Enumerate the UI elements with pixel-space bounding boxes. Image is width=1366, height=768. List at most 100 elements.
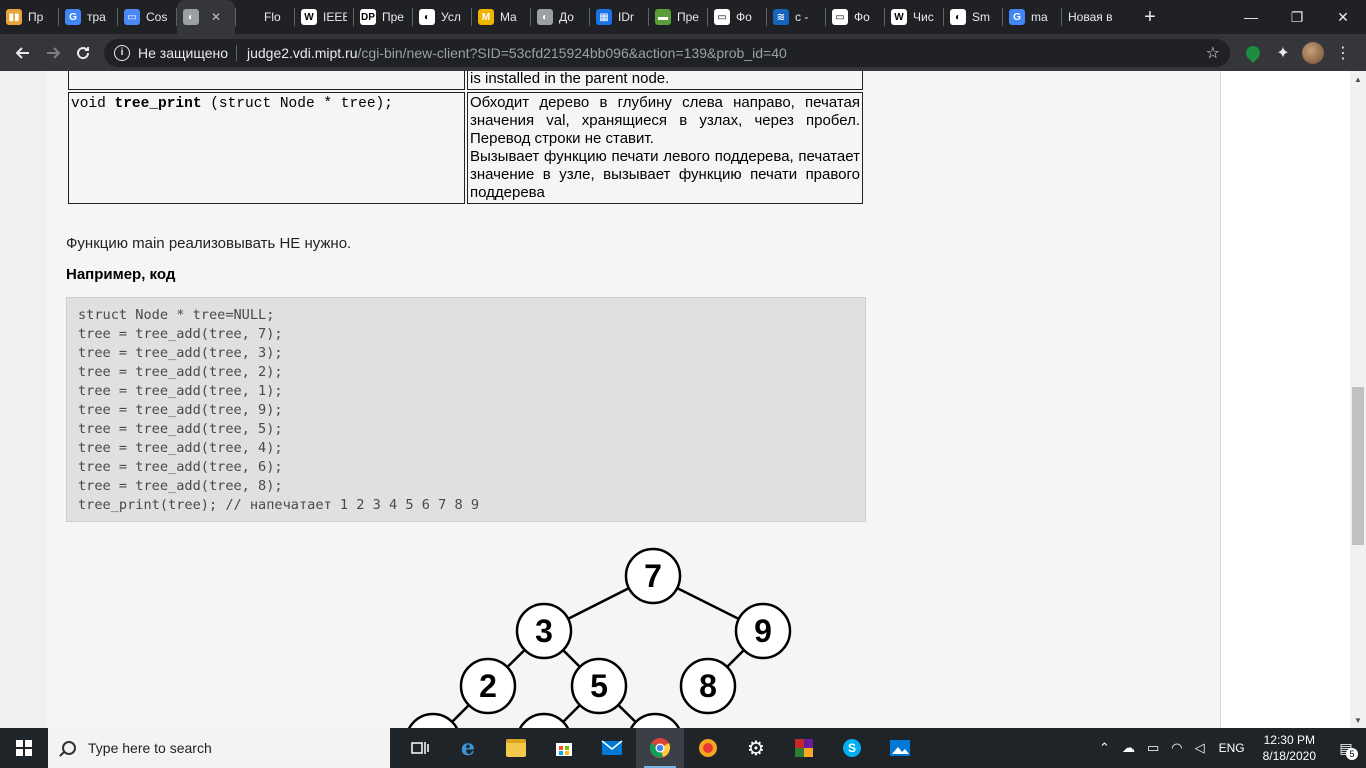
browser-tab[interactable]: W Чис bbox=[885, 0, 943, 34]
tab-title: Sm bbox=[972, 10, 990, 24]
wifi-icon[interactable]: ◠ bbox=[1165, 740, 1188, 756]
tab-title: c - bbox=[795, 10, 809, 24]
tab-favicon-icon: ◐ bbox=[537, 9, 553, 25]
menu-kebab-icon[interactable]: ⋮ bbox=[1328, 38, 1358, 68]
language-indicator[interactable]: ENG bbox=[1211, 741, 1253, 755]
description-cell: Обходит дерево в глубину слева направо, … bbox=[467, 92, 863, 204]
windows-logo-icon bbox=[16, 740, 32, 756]
address-bar[interactable]: i Не защищено judge2.vdi.mipt.ru/cgi-bin… bbox=[104, 38, 1230, 67]
tab-title: Ma bbox=[500, 10, 517, 24]
browser-tab-strip: ▮▮ Пр Gтра ▭ Cos ◐ ✕ Flo W IEEE DP Пре ◐ Усл M Ma ◐ До ▦ ID… bbox=[0, 0, 1366, 34]
minimize-button[interactable]: — bbox=[1228, 0, 1274, 34]
new-tab-button[interactable]: + bbox=[1136, 6, 1164, 29]
not-secure-label: Не защищено bbox=[138, 44, 228, 61]
browser-tab[interactable]: ▭ Фо bbox=[826, 0, 884, 34]
browser-tab[interactable]: Новая в bbox=[1062, 0, 1132, 34]
right-rail bbox=[1220, 71, 1350, 728]
winrar-icon[interactable] bbox=[780, 728, 828, 768]
tree-node bbox=[518, 712, 570, 728]
tab-favicon-icon: ◐ bbox=[183, 9, 199, 25]
tree-node bbox=[407, 712, 459, 728]
taskbar-search[interactable]: Type here to search bbox=[48, 728, 390, 768]
bookmark-star-icon[interactable]: ☆ bbox=[1206, 43, 1220, 63]
sig-prefix: void bbox=[71, 96, 115, 112]
browser-tab[interactable]: DP Пре bbox=[354, 0, 412, 34]
scroll-up-arrow-icon[interactable]: ▲ bbox=[1350, 71, 1366, 87]
tab-title: Cos bbox=[146, 10, 168, 24]
tab-favicon-icon: ◐ bbox=[419, 9, 435, 25]
photos-icon[interactable] bbox=[876, 728, 924, 768]
chevron-up-icon[interactable]: ⌃ bbox=[1093, 740, 1116, 756]
tab-title: Чис bbox=[913, 10, 934, 24]
notification-center-icon[interactable]: ▤ 5 bbox=[1326, 728, 1366, 768]
window-controls: — ❐ ✕ bbox=[1228, 0, 1366, 34]
description-cell: is installed in the parent node. bbox=[467, 71, 863, 90]
forward-button[interactable] bbox=[38, 38, 68, 68]
maximize-button[interactable]: ❐ bbox=[1274, 0, 1320, 34]
tab-favicon-icon: G bbox=[65, 9, 81, 25]
store-icon[interactable] bbox=[540, 728, 588, 768]
url-path: /cgi-bin/new-client?SID=53cfd215924bb096… bbox=[357, 44, 787, 61]
tab-favicon-icon bbox=[242, 9, 258, 25]
edge-icon[interactable]: e bbox=[444, 728, 492, 768]
browser-tab[interactable]: ◐ ✕ bbox=[177, 0, 235, 34]
tab-favicon-icon: ◐ bbox=[950, 9, 966, 25]
browser-tab[interactable]: ▬ Пре bbox=[649, 0, 707, 34]
scrollbar-thumb[interactable] bbox=[1352, 387, 1364, 545]
tab-close-icon[interactable]: ✕ bbox=[211, 10, 221, 24]
tab-title: IDr bbox=[618, 10, 634, 24]
reload-icon bbox=[77, 46, 90, 59]
mail-icon[interactable] bbox=[588, 728, 636, 768]
extensions-puzzle-icon[interactable]: ✦ bbox=[1268, 38, 1298, 68]
tab-favicon-icon: G bbox=[1009, 9, 1025, 25]
browser-tab[interactable]: Gma bbox=[1003, 0, 1061, 34]
back-button[interactable] bbox=[8, 38, 38, 68]
browser-tab[interactable]: ◐ Усл bbox=[413, 0, 471, 34]
tab-favicon-icon: M bbox=[478, 9, 494, 25]
browser-tab[interactable]: ◐ Sm bbox=[944, 0, 1002, 34]
settings-gear-icon[interactable]: ⚙ bbox=[732, 728, 780, 768]
browser-tab[interactable]: Gтра bbox=[59, 0, 117, 34]
extension-green-icon[interactable] bbox=[1238, 38, 1268, 68]
tab-title: До bbox=[559, 10, 574, 24]
browser-tab[interactable]: ▭ Cos bbox=[118, 0, 176, 34]
file-explorer-icon[interactable] bbox=[492, 728, 540, 768]
description-line-2: Вызывает функцию печати левого поддерева… bbox=[470, 148, 860, 201]
tab-favicon-icon: ▦ bbox=[596, 9, 612, 25]
reload-button[interactable] bbox=[68, 38, 98, 68]
chrome-icon[interactable] bbox=[636, 728, 684, 768]
media-player-icon[interactable] bbox=[684, 728, 732, 768]
onedrive-cloud-icon[interactable]: ☁ bbox=[1116, 740, 1141, 756]
browser-tab[interactable]: ▮▮ Пр bbox=[0, 0, 58, 34]
skype-icon[interactable]: S bbox=[828, 728, 876, 768]
clock-date: 8/18/2020 bbox=[1262, 749, 1316, 763]
browser-tab[interactable]: ◐ До bbox=[531, 0, 589, 34]
battery-icon[interactable]: ▭ bbox=[1141, 740, 1165, 756]
tree-node-label: 5 bbox=[590, 668, 608, 704]
start-button[interactable] bbox=[0, 728, 48, 768]
tab-favicon-icon: DP bbox=[360, 9, 376, 25]
windows-taskbar: Type here to search e ⚙ S ⌃ ☁ ▭ ◠ ◁ ENG … bbox=[0, 728, 1366, 768]
browser-tab[interactable]: ▦ IDr bbox=[590, 0, 648, 34]
tab-title: Пр bbox=[28, 10, 44, 24]
signature-cell bbox=[68, 71, 465, 90]
profile-avatar[interactable] bbox=[1298, 38, 1328, 68]
browser-tab[interactable]: M Ma bbox=[472, 0, 530, 34]
scroll-down-arrow-icon[interactable]: ▼ bbox=[1350, 712, 1366, 728]
tab-title: Пре bbox=[677, 10, 699, 24]
task-view-icon[interactable] bbox=[396, 728, 444, 768]
browser-tab[interactable]: Flo bbox=[236, 0, 294, 34]
close-window-button[interactable]: ✕ bbox=[1320, 0, 1366, 34]
tab-title: Фо bbox=[854, 10, 870, 24]
sig-suffix: (struct Node * tree); bbox=[201, 96, 393, 112]
info-icon[interactable]: i bbox=[114, 44, 130, 61]
page-scrollbar[interactable]: ▲ ▼ bbox=[1350, 71, 1366, 728]
browser-tab[interactable]: W IEEE bbox=[295, 0, 353, 34]
clock[interactable]: 12:30 PM 8/18/2020 bbox=[1253, 732, 1326, 764]
browser-tab[interactable]: ≋ c - bbox=[767, 0, 825, 34]
browser-tab[interactable]: ▭ Фо bbox=[708, 0, 766, 34]
volume-icon[interactable]: ◁ bbox=[1189, 740, 1211, 756]
main-note: Функцию main реализовывать НЕ нужно. bbox=[66, 235, 352, 252]
signature-cell: void tree_print (struct Node * tree); bbox=[68, 92, 465, 204]
tree-node bbox=[629, 712, 681, 728]
